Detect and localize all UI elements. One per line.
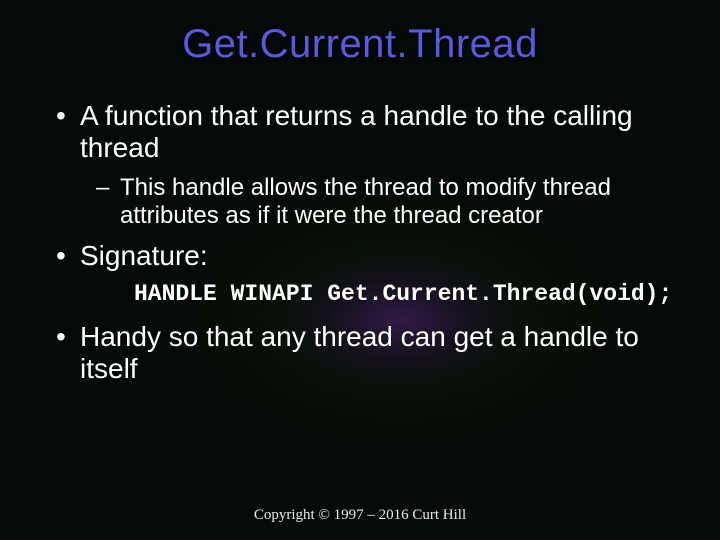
- bullet-text: Handy so that any thread can get a handl…: [80, 321, 639, 384]
- code-signature: HANDLE WINAPI Get.Current.Thread(void);: [54, 282, 680, 307]
- bullet-level1: Handy so that any thread can get a handl…: [54, 321, 680, 385]
- code-text: HANDLE WINAPI Get.Current.Thread(void);: [134, 281, 672, 307]
- bullet-text: A function that returns a handle to the …: [80, 100, 633, 163]
- bullet-level2: This handle allows the thread to modify …: [54, 174, 680, 229]
- bullet-text: Signature:: [80, 240, 208, 271]
- slide-title: Get.Current.Thread: [0, 22, 720, 67]
- slide: Get.Current.Thread A function that retur…: [0, 0, 720, 540]
- bullet-level1: Signature:: [54, 240, 680, 272]
- bullet-level1: A function that returns a handle to the …: [54, 100, 680, 164]
- bullet-text: This handle allows the thread to modify …: [120, 174, 611, 229]
- copyright-footer: Copyright © 1997 – 2016 Curt Hill: [0, 507, 720, 524]
- slide-body: A function that returns a handle to the …: [54, 100, 680, 395]
